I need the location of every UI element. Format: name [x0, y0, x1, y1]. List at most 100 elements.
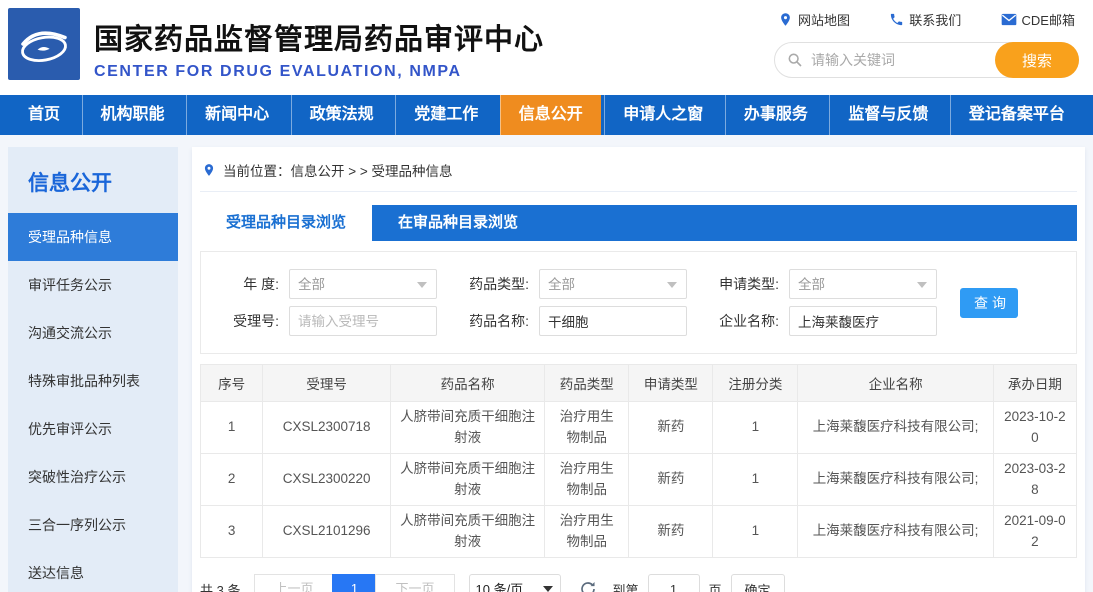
cell-index: 3: [201, 506, 263, 558]
cell-acceptance-no: CXSL2101296: [263, 506, 391, 558]
total-count: 共 3 条: [200, 580, 240, 592]
sidebar-item[interactable]: 优先审评公示: [8, 405, 178, 453]
site-subtitle: CENTER FOR DRUG EVALUATION, NMPA: [94, 63, 544, 81]
sidebar-item[interactable]: 突破性治疗公示: [8, 453, 178, 501]
goto-page-input[interactable]: [648, 574, 700, 592]
refresh-button[interactable]: [579, 580, 597, 592]
magnifier-icon: [787, 52, 803, 68]
cell-drug-type: 治疗用生物制品: [545, 402, 629, 454]
location-pin-icon: [202, 163, 216, 177]
breadcrumb-text: 当前位置：信息公开 > > 受理品种信息: [223, 160, 453, 180]
location-pin-icon: [778, 12, 793, 27]
sidebar-item[interactable]: 受理品种信息: [8, 213, 178, 261]
refresh-icon: [579, 580, 597, 592]
cell-drug-name: 人脐带间充质干细胞注射液: [391, 454, 545, 506]
search-bar: 搜索: [774, 42, 1079, 78]
cell-reg-class: 1: [713, 506, 798, 558]
nav-item[interactable]: 登记备案平台: [950, 95, 1083, 135]
column-header: 受理号: [263, 365, 391, 402]
table-row: 2 CXSL2300220 人脐带间充质干细胞注射液 治疗用生物制品 新药 1 …: [201, 454, 1077, 506]
sidebar-title: 信息公开: [8, 147, 178, 213]
column-header: 申请类型: [629, 365, 713, 402]
column-header: 药品名称: [391, 365, 545, 402]
site-title: 国家药品监督管理局药品审评中心: [94, 16, 544, 58]
table-header-row: 序号受理号药品名称药品类型申请类型注册分类企业名称承办日期: [201, 365, 1077, 402]
nav-item[interactable]: 申请人之窗: [604, 95, 721, 135]
cell-reg-class: 1: [713, 454, 798, 506]
sidebar-item[interactable]: 沟通交流公示: [8, 309, 178, 357]
cell-date: 2023-03-28: [993, 454, 1076, 506]
drug-type-label: 药品类型:: [451, 274, 529, 294]
cell-index: 2: [201, 454, 263, 506]
site-header: 国家药品监督管理局药品审评中心 CENTER FOR DRUG EVALUATI…: [0, 0, 1093, 95]
cell-date: 2023-10-20: [993, 402, 1076, 454]
search-button[interactable]: 搜索: [995, 42, 1079, 78]
cell-drug-type: 治疗用生物制品: [545, 506, 629, 558]
next-page-button[interactable]: 下一页: [375, 574, 454, 592]
column-header: 序号: [201, 365, 263, 402]
column-header: 药品类型: [545, 365, 629, 402]
goto-suffix: 页: [709, 580, 722, 592]
cell-drug-name: 人脐带间充质干细胞注射液: [391, 506, 545, 558]
sidebar-item[interactable]: 审评任务公示: [8, 261, 178, 309]
cde-logo-swirl-icon: [15, 15, 73, 73]
acceptance-no-input[interactable]: [289, 306, 437, 336]
cell-apply-type: 新药: [629, 506, 713, 558]
results-table: 序号受理号药品名称药品类型申请类型注册分类企业名称承办日期 1 CXSL2300…: [200, 364, 1077, 558]
nav-item[interactable]: 政策法规: [291, 95, 392, 135]
acceptance-no-label: 受理号:: [215, 311, 279, 331]
contact-link[interactable]: 联系我们: [889, 10, 961, 29]
nav-item[interactable]: 监督与反馈: [829, 95, 946, 135]
company-input[interactable]: [789, 306, 937, 336]
apply-type-select[interactable]: 全部: [789, 269, 937, 299]
pagination: 共 3 条 上一页 1 下一页 10 条/页 到第 页 确定: [200, 574, 1077, 592]
column-header: 注册分类: [713, 365, 798, 402]
mail-icon: [1001, 13, 1017, 26]
nav-item[interactable]: 党建工作: [395, 95, 496, 135]
column-header: 企业名称: [798, 365, 993, 402]
sidebar-item[interactable]: 三合一序列公示: [8, 501, 178, 549]
cell-acceptance-no: CXSL2300220: [263, 454, 391, 506]
cell-company: 上海莱馥医疗科技有限公司;: [798, 402, 993, 454]
tab-bar: 受理品种目录浏览在审品种目录浏览: [200, 205, 1077, 241]
mail-link[interactable]: CDE邮箱: [1001, 10, 1075, 29]
cell-acceptance-no: CXSL2300718: [263, 402, 391, 454]
main-nav: 首页机构职能新闻中心政策法规党建工作信息公开申请人之窗办事服务监督与反馈登记备案…: [0, 95, 1093, 135]
cell-drug-type: 治疗用生物制品: [545, 454, 629, 506]
company-label: 企业名称:: [701, 311, 779, 331]
sitemap-link[interactable]: 网站地图: [778, 10, 850, 29]
cell-date: 2021-09-02: [993, 506, 1076, 558]
main-panel: 当前位置：信息公开 > > 受理品种信息 受理品种目录浏览在审品种目录浏览 年 …: [192, 147, 1085, 592]
cell-company: 上海莱馥医疗科技有限公司;: [798, 506, 993, 558]
cell-apply-type: 新药: [629, 402, 713, 454]
drug-type-select[interactable]: 全部: [539, 269, 687, 299]
nav-item[interactable]: 首页: [10, 95, 78, 135]
tab[interactable]: 在审品种目录浏览: [372, 205, 544, 241]
cell-index: 1: [201, 402, 263, 454]
current-page-button[interactable]: 1: [332, 574, 376, 592]
year-select[interactable]: 全部: [289, 269, 437, 299]
cell-reg-class: 1: [713, 402, 798, 454]
query-button[interactable]: 查询: [960, 288, 1018, 318]
nav-item[interactable]: 信息公开: [500, 95, 601, 135]
nav-item[interactable]: 机构职能: [82, 95, 183, 135]
sidebar-item[interactable]: 送达信息: [8, 549, 178, 592]
sidebar-items: 受理品种信息审评任务公示沟通交流公示特殊审批品种列表优先审评公示突破性治疗公示三…: [8, 213, 178, 592]
tab[interactable]: 受理品种目录浏览: [200, 205, 372, 241]
confirm-button[interactable]: 确定: [731, 574, 785, 592]
cell-apply-type: 新药: [629, 454, 713, 506]
nav-item[interactable]: 办事服务: [725, 95, 826, 135]
phone-icon: [889, 12, 904, 27]
drug-name-input[interactable]: [539, 306, 687, 336]
nav-item[interactable]: 新闻中心: [186, 95, 287, 135]
prev-page-button[interactable]: 上一页: [254, 574, 333, 592]
sidebar: 信息公开 受理品种信息审评任务公示沟通交流公示特殊审批品种列表优先审评公示突破性…: [8, 147, 178, 592]
year-label: 年 度:: [215, 274, 279, 294]
apply-type-label: 申请类型:: [701, 274, 779, 294]
cell-drug-name: 人脐带间充质干细胞注射液: [391, 402, 545, 454]
drug-name-label: 药品名称:: [451, 311, 529, 331]
quick-links: 网站地图 联系我们 CDE邮箱: [774, 10, 1079, 29]
page-size-select[interactable]: 10 条/页: [469, 574, 561, 592]
sidebar-item[interactable]: 特殊审批品种列表: [8, 357, 178, 405]
breadcrumb: 当前位置：信息公开 > > 受理品种信息: [200, 149, 1077, 192]
